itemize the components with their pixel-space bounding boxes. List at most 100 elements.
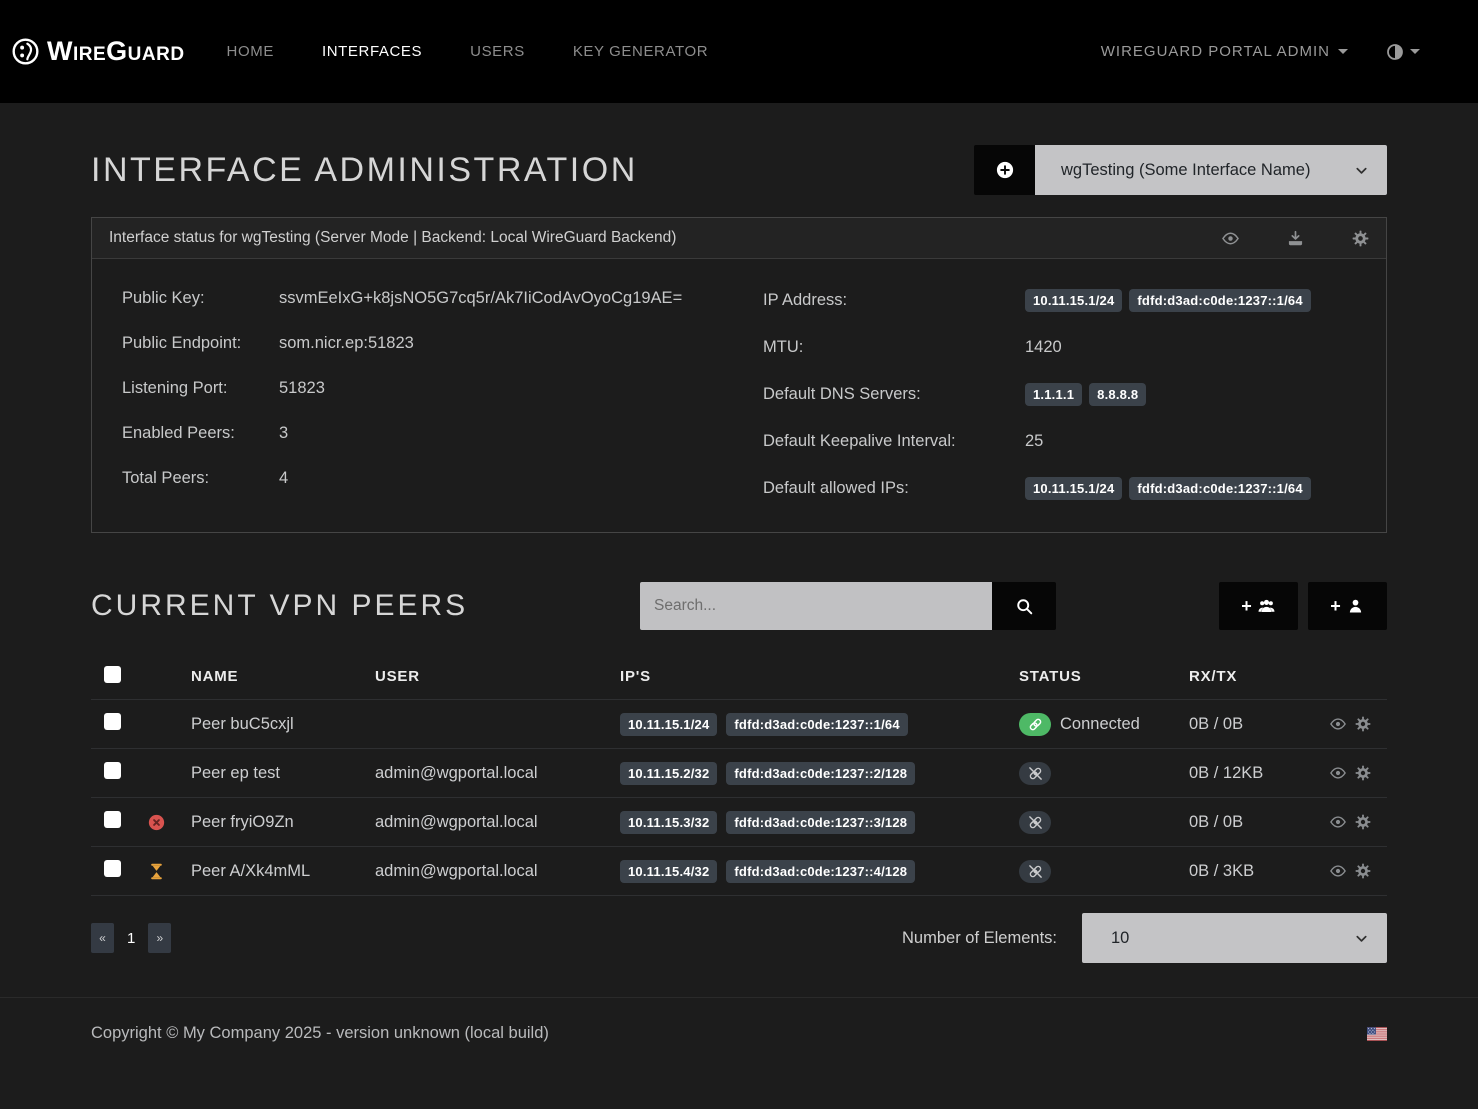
interface-status-title: Interface status for wgTesting (Server M… [109, 229, 676, 247]
peer-rxtx: 0B / 0B [1189, 715, 1311, 734]
search-group [640, 582, 1056, 630]
column-header-rxtx: RX/TX [1189, 668, 1311, 685]
nav-item-home[interactable]: Home [227, 43, 274, 60]
column-header-ips: IP'S [620, 668, 1019, 685]
ip-badge: 10.11.15.2/32 [620, 762, 717, 785]
select-all-checkbox[interactable] [104, 666, 121, 683]
peer-ips: 10.11.15.4/32fdfd:d3ad:c0de:1237::4/128 [620, 860, 1019, 883]
detail-row: IP Address:10.11.15.1/24fdfd:d3ad:c0de:1… [763, 289, 1386, 312]
peers-title: Current VPN Peers [91, 589, 468, 623]
add-peer-button[interactable]: + [1308, 582, 1387, 630]
peers-header: Current VPN Peers + + [91, 582, 1387, 630]
peer-ips: 10.11.15.1/24 fdfd:d3ad:c0de:1237::1/64 [620, 713, 1019, 736]
peer-row: Peer A/Xk4mML admin@wgportal.local 10.11… [91, 847, 1387, 896]
nav-item-interfaces[interactable]: Interfaces [322, 43, 422, 60]
pagination-prev-button[interactable]: « [91, 923, 114, 953]
peer-checkbox[interactable] [104, 762, 121, 779]
brand-name: WireGuard [47, 36, 185, 67]
link-slash-icon [1028, 766, 1043, 781]
add-interface-button[interactable] [974, 145, 1035, 195]
gear-icon[interactable] [1355, 765, 1371, 781]
main-content: Interface Administration wgTesting (Some… [0, 145, 1478, 963]
brand-logo[interactable]: WireGuard [12, 36, 185, 67]
detail-label: Default allowed IPs: [763, 479, 1025, 498]
ip-badge: fdfd:d3ad:c0de:1237::3/128 [726, 811, 915, 834]
add-peer-buttons: + + [1219, 582, 1387, 630]
interface-select[interactable]: wgTesting (Some Interface Name) [1035, 145, 1387, 195]
us-flag-icon[interactable] [1367, 1027, 1387, 1041]
card-toolbar [1222, 230, 1369, 247]
peer-ips: 10.11.15.3/32 fdfd:d3ad:c0de:1237::3/128 [620, 811, 1019, 834]
page-size-control: Number of Elements: 10 [902, 913, 1387, 963]
interface-select-value: wgTesting (Some Interface Name) [1061, 161, 1310, 180]
ip-badge: 10.11.15.1/24 [620, 713, 717, 736]
detail-value: som.nicr.ep:51823 [279, 334, 414, 353]
detail-value: 1420 [1025, 338, 1062, 357]
gear-icon[interactable] [1355, 716, 1371, 732]
gear-icon[interactable] [1355, 814, 1371, 830]
detail-label: MTU: [763, 338, 1025, 357]
status-pill [1019, 860, 1051, 883]
peer-rxtx: 0B / 12KB [1189, 764, 1311, 783]
nav-item-users[interactable]: Users [470, 43, 525, 60]
peer-rxtx: 0B / 3KB [1189, 862, 1311, 881]
status-pill [1019, 811, 1051, 834]
ip-badge: fdfd:d3ad:c0de:1237::4/128 [726, 860, 915, 883]
page-header: Interface Administration wgTesting (Some… [91, 145, 1387, 195]
detail-row: Listening Port:51823 [122, 379, 739, 398]
gear-icon[interactable] [1352, 230, 1369, 247]
nav-item-key-generator[interactable]: Key Generator [573, 43, 708, 60]
caret-down-icon [1410, 49, 1420, 54]
search-input[interactable] [640, 582, 992, 630]
ip-badge: fdfd:d3ad:c0de:1237::1/64 [726, 713, 907, 736]
eye-icon[interactable] [1222, 230, 1239, 247]
page-size-select[interactable]: 10 [1082, 913, 1387, 963]
chevron-down-icon [1354, 163, 1369, 178]
link-slash-icon [1028, 815, 1043, 830]
detail-value: 25 [1025, 432, 1043, 451]
peer-status [1019, 811, 1189, 834]
user-menu-dropdown[interactable]: Wireguard Portal Admin [1101, 43, 1348, 60]
eye-icon[interactable] [1330, 814, 1346, 830]
detail-value: 10.11.15.1/24fdfd:d3ad:c0de:1237::1/64 [1025, 477, 1318, 500]
peer-checkbox[interactable] [104, 860, 121, 877]
pagination-current-page[interactable]: 1 [127, 930, 135, 947]
peer-name: Peer ep test [191, 764, 375, 783]
pagination-next-button[interactable]: » [148, 923, 171, 953]
peer-actions [1311, 863, 1387, 879]
eye-icon[interactable] [1330, 863, 1346, 879]
ip-badge: 10.11.15.1/24 [1025, 477, 1122, 500]
status-text: Connected [1060, 715, 1140, 734]
navbar: WireGuard Home Interfaces Users Key Gene… [0, 0, 1478, 103]
peer-row: Peer fryiO9Zn admin@wgportal.local 10.11… [91, 798, 1387, 847]
status-column-right: IP Address:10.11.15.1/24fdfd:d3ad:c0de:1… [739, 289, 1386, 500]
peers-table-body: Peer buC5cxjl 10.11.15.1/24fdfd:d3ad:c0d… [91, 700, 1387, 896]
detail-value: 3 [279, 424, 288, 443]
nav-links: Home Interfaces Users Key Generator [227, 43, 709, 60]
peer-flag [148, 863, 191, 880]
plus-icon: + [1330, 597, 1341, 615]
wireguard-logo-icon [12, 38, 39, 65]
detail-value: 1.1.1.18.8.8.8 [1025, 383, 1153, 406]
peer-name: Peer fryiO9Zn [191, 813, 375, 832]
interface-status-card: Interface status for wgTesting (Server M… [91, 217, 1387, 533]
ip-badge: fdfd:d3ad:c0de:1237::2/128 [726, 762, 915, 785]
theme-toggle-dropdown[interactable] [1386, 43, 1420, 61]
peer-status [1019, 762, 1189, 785]
search-button[interactable] [992, 582, 1056, 630]
ip-badge: fdfd:d3ad:c0de:1237::1/64 [1129, 289, 1310, 312]
magnifier-icon [1016, 598, 1033, 615]
download-icon[interactable] [1287, 230, 1304, 247]
gear-icon[interactable] [1355, 863, 1371, 879]
pending-hourglass-icon [148, 863, 165, 880]
detail-label: Total Peers: [122, 469, 279, 488]
peer-rxtx: 0B / 0B [1189, 813, 1311, 832]
peer-row: Peer ep test admin@wgportal.local 10.11.… [91, 749, 1387, 798]
peer-status [1019, 860, 1189, 883]
eye-icon[interactable] [1330, 765, 1346, 781]
add-multiple-peers-button[interactable]: + [1219, 582, 1298, 630]
eye-icon[interactable] [1330, 716, 1346, 732]
ip-badge: 10.11.15.3/32 [620, 811, 717, 834]
peer-checkbox[interactable] [104, 713, 121, 730]
peer-checkbox[interactable] [104, 811, 121, 828]
